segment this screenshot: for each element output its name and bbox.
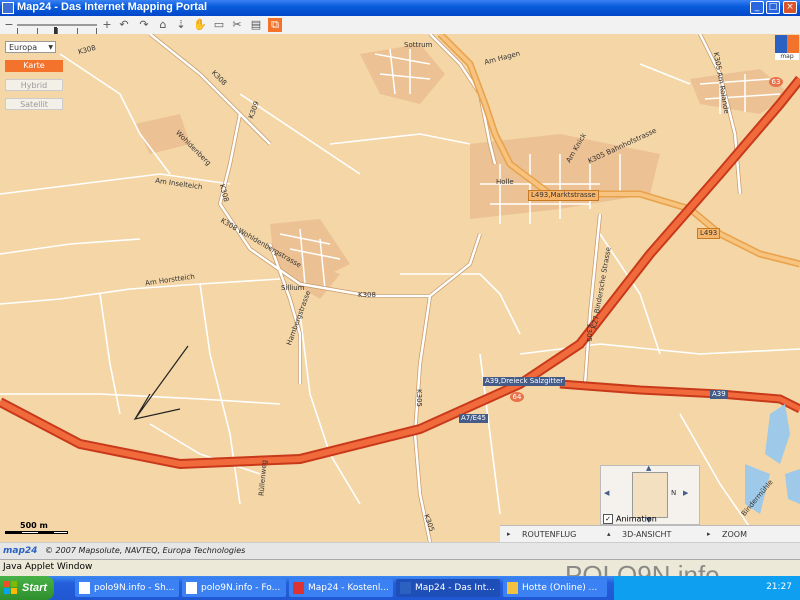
close-button[interactable]: × (783, 1, 797, 14)
map-toolbar: − + ↶ ↷ ⌂ ⇣ ✋ ▭ ✂ ▤ ⧉ (0, 16, 800, 39)
taskbar-item-label: Map24 - Das Int... (415, 583, 495, 593)
messenger-icon (507, 582, 518, 594)
tab-zoom[interactable]: ▸ ZOOM (700, 526, 800, 542)
road-shield-a39-dreieck: A39,Dreieck Salzgitter (483, 377, 566, 386)
taskbar-item-label: Map24 - Kostenl... (308, 583, 389, 593)
scale-label: 500 m (20, 521, 48, 530)
zoom-out-button[interactable]: − (2, 18, 16, 32)
pan-west-icon[interactable]: ◀ (604, 489, 609, 497)
road-shield-l493-marktstrasse: L493,Marktstrasse (528, 190, 599, 201)
taskbar-item[interactable]: polo9N.info - Sh... (75, 579, 179, 597)
status-text: Java Applet Window (3, 562, 93, 572)
map-label: Sottrum (404, 41, 433, 49)
document-icon (186, 582, 197, 594)
exit-number-63: 63 (769, 77, 783, 87)
region-select-value: Europa (9, 43, 38, 52)
bottom-tabs: ▸ ROUTENFLUG ▴ 3D-ANSICHT ▸ ZOOM (500, 525, 800, 542)
scale-graphic (5, 531, 68, 534)
taskbar-item-active[interactable]: Map24 - Das Int... (396, 579, 500, 597)
map24-app-icon (2, 2, 14, 14)
compass-view[interactable] (632, 472, 668, 518)
logo-orange-square (787, 35, 799, 53)
map24-logo: map (775, 35, 799, 65)
back-icon[interactable]: ↶ (117, 18, 131, 32)
measure-icon[interactable]: ▭ (212, 18, 226, 32)
map-canvas[interactable]: K308 K308 Sottrum Am Hagen K309 Wohldenb… (0, 34, 800, 542)
windows-flag-icon (4, 581, 17, 594)
road-shield-a7: A7/E45 (459, 414, 488, 423)
chevron-right-icon: ▸ (507, 530, 511, 538)
map-type-satellit-button[interactable]: Satellit (5, 98, 63, 110)
road-shield-l493: L493 (697, 228, 721, 239)
tab-label: ZOOM (722, 530, 747, 539)
taskbar-item-label: Hotte (Online) ... (522, 583, 598, 593)
road-shield-a39: A39 (710, 390, 728, 399)
opera-icon (293, 582, 304, 594)
hand-icon[interactable]: ✋ (193, 18, 207, 32)
taskbar-item-label: polo9N.info - Fo... (201, 583, 281, 593)
copyright-text: © 2007 Mapsolute, NAVTEQ, Europa Technol… (45, 546, 246, 555)
compass-n-label: N (671, 489, 677, 497)
window-title: Map24 - Das Internet Mapping Portal (17, 1, 208, 13)
pin-icon[interactable]: ⇣ (174, 18, 188, 32)
tab-3d-ansicht[interactable]: ▴ 3D-ANSICHT (600, 526, 700, 542)
map-type-hybrid-button[interactable]: Hybrid (5, 79, 63, 91)
tab-label: 3D-ANSICHT (622, 530, 672, 539)
logo-blue-square (775, 35, 787, 53)
scale-bar: 500 m (5, 521, 75, 535)
chevron-down-icon: ▼ (48, 44, 53, 51)
map-label: K305 (584, 324, 593, 342)
logo-text: map (775, 53, 799, 60)
taskbar-item[interactable]: Hotte (Online) ... (503, 579, 607, 597)
map-label: K305 (414, 389, 423, 407)
chevron-right-icon: ▸ (707, 530, 711, 538)
tab-label: ROUTENFLUG (522, 530, 577, 539)
animation-checkbox[interactable]: ✓ (603, 514, 613, 524)
zoom-in-button[interactable]: + (100, 18, 114, 32)
title-bar[interactable]: Map24 - Das Internet Mapping Portal _ □ … (0, 0, 800, 16)
tab-routenflug[interactable]: ▸ ROUTENFLUG (500, 526, 600, 542)
map24-app-icon (400, 582, 411, 594)
exit-number-64: 64 (510, 392, 524, 402)
forward-icon[interactable]: ↷ (137, 18, 151, 32)
print-icon[interactable]: ▤ (249, 18, 263, 32)
maximize-button[interactable]: □ (766, 1, 780, 14)
taskbar-item-label: polo9N.info - Sh... (94, 583, 175, 593)
copyright-bar: map24 © 2007 Mapsolute, NAVTEQ, Europa T… (0, 542, 800, 559)
taskbar: Start polo9N.info - Sh... polo9N.info - … (0, 576, 800, 600)
map-label-holle: Holle (496, 178, 514, 186)
map-type-karte-button[interactable]: Karte (5, 60, 63, 72)
document-icon (79, 582, 90, 594)
pan-north-icon[interactable]: ▲ (646, 464, 651, 472)
zoom-slider-track[interactable] (17, 24, 97, 39)
map24-wordmark: map24 (3, 546, 38, 556)
window-icon[interactable]: ⧉ (268, 18, 282, 32)
map-label: K308 (358, 291, 376, 299)
map-label: Sillium (281, 284, 305, 292)
pan-east-icon[interactable]: ▶ (683, 489, 688, 497)
taskbar-item[interactable]: polo9N.info - Fo... (182, 579, 286, 597)
start-label: Start (22, 582, 48, 594)
minimize-button[interactable]: _ (750, 1, 764, 14)
system-tray: 21:27 (614, 576, 800, 600)
home-icon[interactable]: ⌂ (156, 18, 170, 32)
tools-icon[interactable]: ✂ (230, 18, 244, 32)
taskbar-item[interactable]: Map24 - Kostenl... (289, 579, 393, 597)
chevron-up-icon: ▴ (607, 530, 611, 538)
clock[interactable]: 21:27 (766, 582, 792, 592)
animation-label: Animation (616, 514, 657, 524)
start-button[interactable]: Start (0, 576, 54, 600)
region-select[interactable]: Europa ▼ (5, 41, 56, 53)
